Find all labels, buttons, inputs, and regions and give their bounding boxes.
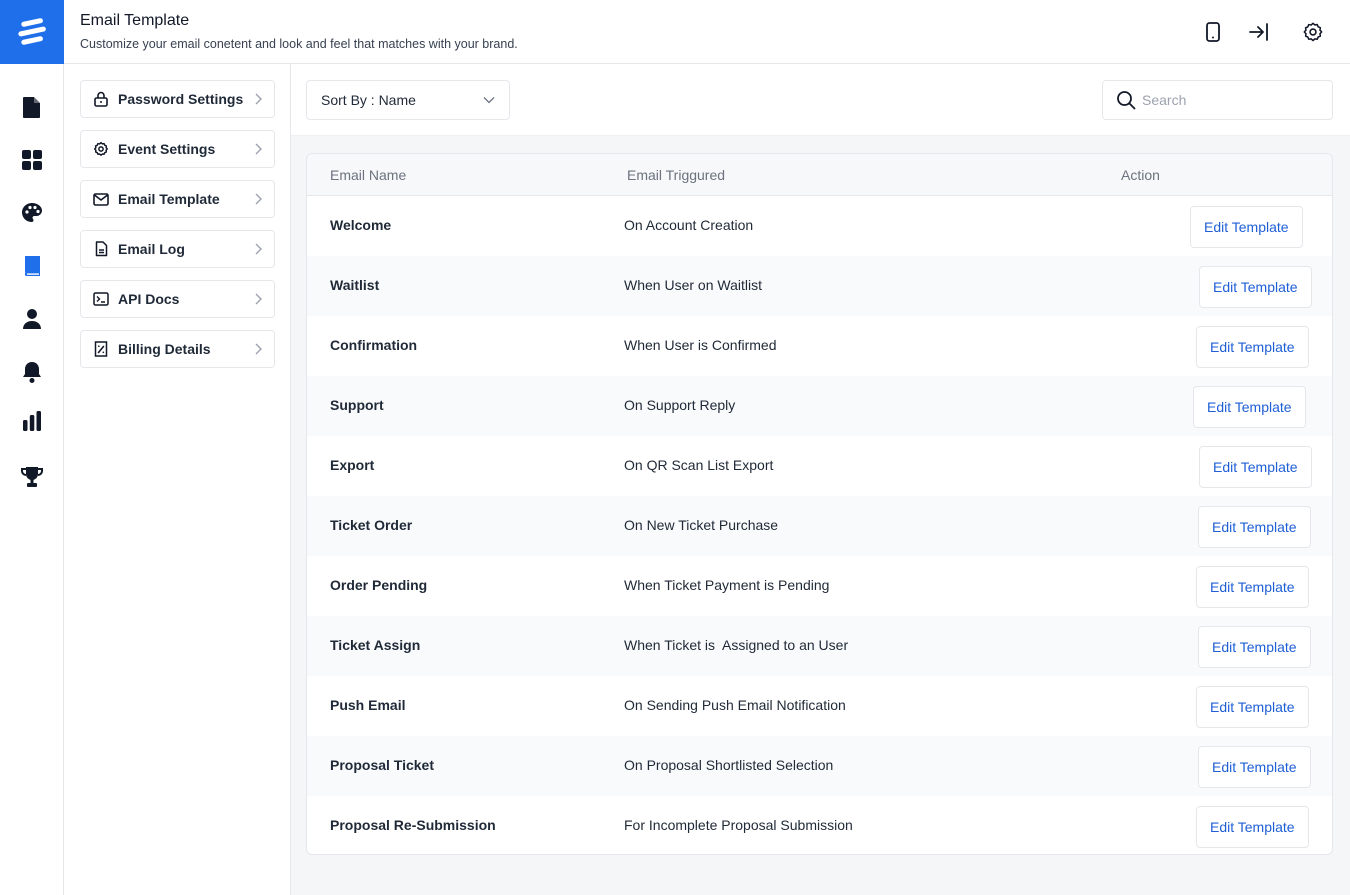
email-trigger-cell: On QR Scan List Export xyxy=(624,457,774,473)
nav-item-email-template[interactable]: Email Template xyxy=(80,180,275,218)
edit-template-button[interactable]: Edit Template xyxy=(1198,626,1311,668)
nav-item-email-log[interactable]: Email Log xyxy=(80,230,275,268)
mail-icon xyxy=(93,191,109,207)
edit-template-button[interactable]: Edit Template xyxy=(1196,566,1309,608)
column-header-action: Action xyxy=(1121,167,1160,183)
palette-icon[interactable] xyxy=(18,199,46,227)
table-row: Export On QR Scan List Export Edit Templat… xyxy=(307,436,1332,496)
search-box xyxy=(1102,80,1333,120)
edit-template-button[interactable]: Edit Template xyxy=(1190,206,1303,248)
file-icon xyxy=(93,241,109,257)
table-row: Welcome On Account Creation Edit Template xyxy=(307,196,1332,256)
email-trigger-cell: On Account Creation xyxy=(624,217,754,233)
search-icon xyxy=(1116,90,1136,110)
email-name-cell: Confirmation xyxy=(330,337,418,353)
nav-item-label: Event Settings xyxy=(118,141,216,157)
gear-icon xyxy=(93,141,109,157)
page-header: Email Template Customize your email cone… xyxy=(64,0,1350,64)
chevron-right-icon xyxy=(250,143,266,155)
sort-dropdown[interactable]: Sort By : Name xyxy=(306,80,510,120)
icon-rail xyxy=(0,0,64,895)
chevron-right-icon xyxy=(250,243,266,255)
email-trigger-cell: When Ticket Payment is Pending xyxy=(624,577,830,593)
nav-item-label: Billing Details xyxy=(118,341,211,357)
email-trigger-cell: On New Ticket Purchase xyxy=(624,517,779,533)
email-trigger-cell: On Sending Push Email Notification xyxy=(624,697,846,713)
nav-item-label: API Docs xyxy=(118,291,180,307)
email-template-table: Email Name Email Triggured Action Welcom… xyxy=(306,153,1333,855)
login-arrow-icon[interactable] xyxy=(1247,20,1271,44)
edit-template-button[interactable]: Edit Template xyxy=(1199,446,1312,488)
chevron-right-icon xyxy=(250,93,266,105)
user-icon[interactable] xyxy=(18,305,46,333)
table-row: Confirmation When User is Confirmed Edit T… xyxy=(307,316,1332,376)
email-trigger-cell: For Incomplete Proposal Submission xyxy=(624,817,853,833)
email-name-cell: Export xyxy=(330,457,375,473)
email-name-cell: Welcome xyxy=(330,217,392,233)
chevron-right-icon xyxy=(250,293,266,305)
edit-template-button[interactable]: Edit Template xyxy=(1196,326,1309,368)
email-name-cell: Proposal Re-Submission xyxy=(330,817,496,833)
nav-item-label: Email Log xyxy=(118,241,185,257)
search-input[interactable] xyxy=(1142,92,1312,108)
nav-item-label: Email Template xyxy=(118,191,220,207)
email-trigger-cell: When Ticket is Assigned to an User xyxy=(624,637,849,653)
email-name-cell: Proposal Ticket xyxy=(330,757,435,773)
nav-item-label: Password Settings xyxy=(118,91,244,107)
email-trigger-cell: On Proposal Shortlisted Selection xyxy=(624,757,834,773)
email-name-cell: Order Pending xyxy=(330,577,428,593)
settings-icon[interactable] xyxy=(1301,20,1325,44)
edit-template-button[interactable]: Edit Template xyxy=(1199,266,1312,308)
table-header: Email Name Email Triggured Action xyxy=(307,154,1332,196)
column-header-email-triggured: Email Triggured xyxy=(627,167,726,183)
logo-icon xyxy=(18,18,46,45)
table-row: Ticket Order On New Ticket Purchase Edit T… xyxy=(307,496,1332,556)
document-icon[interactable] xyxy=(18,93,46,121)
nav-item-password-settings[interactable]: Password Settings xyxy=(80,80,275,118)
email-name-cell: Ticket Assign xyxy=(330,637,421,653)
main-content: Sort By : Name Email Name Email Triggure… xyxy=(291,64,1350,895)
terminal-icon xyxy=(93,291,109,307)
email-name-cell: Waitlist xyxy=(330,277,380,293)
lock-icon xyxy=(93,91,109,107)
chevron-down-icon xyxy=(483,96,495,104)
chevron-right-icon xyxy=(250,193,266,205)
email-trigger-cell: When User on Waitlist xyxy=(624,277,762,293)
nav-item-api-docs[interactable]: API Docs xyxy=(80,280,275,318)
table-row: Proposal Ticket On Proposal Shortlisted S… xyxy=(307,736,1332,796)
sort-label: Sort By : Name xyxy=(321,92,416,108)
table-row: Waitlist When User on Waitlist Edit Templa… xyxy=(307,256,1332,316)
email-name-cell: Ticket Order xyxy=(330,517,413,533)
book-icon[interactable] xyxy=(18,252,46,280)
email-trigger-cell: When User is Confirmed xyxy=(624,337,777,353)
brand-logo[interactable] xyxy=(0,0,64,64)
edit-template-button[interactable]: Edit Template xyxy=(1198,506,1311,548)
dashboard-grid-icon[interactable] xyxy=(18,146,46,174)
edit-template-button[interactable]: Edit Template xyxy=(1198,746,1311,788)
table-row: Order Pending When Ticket Payment is Pend… xyxy=(307,556,1332,616)
table-row: Proposal Re-Submission For Incomplete Pro… xyxy=(307,796,1332,854)
settings-nav: Password Settings Event Settings Email T… xyxy=(64,64,291,895)
nav-item-billing-details[interactable]: Billing Details xyxy=(80,330,275,368)
table-row: Ticket Assign When Ticket is Assigned to … xyxy=(307,616,1332,676)
table-row: Support On Support Reply Edit Template xyxy=(307,376,1332,436)
page-title: Email Template xyxy=(80,12,190,29)
email-trigger-cell: On Support Reply xyxy=(624,397,736,413)
edit-template-button[interactable]: Edit Template xyxy=(1196,806,1309,848)
email-name-cell: Push Email xyxy=(330,697,406,713)
trophy-icon[interactable] xyxy=(18,463,46,491)
mobile-icon[interactable] xyxy=(1201,20,1225,44)
page-subtitle: Customize your email conetent and look a… xyxy=(80,37,518,51)
edit-template-button[interactable]: Edit Template xyxy=(1193,386,1306,428)
table-row: Push Email On Sending Push Email Notifica… xyxy=(307,676,1332,736)
column-header-email-name: Email Name xyxy=(330,167,407,183)
edit-template-button[interactable]: Edit Template xyxy=(1196,686,1309,728)
email-name-cell: Support xyxy=(330,397,384,413)
receipt-icon xyxy=(93,341,109,357)
bell-icon[interactable] xyxy=(18,358,46,386)
chevron-right-icon xyxy=(250,343,266,355)
bar-chart-icon[interactable] xyxy=(18,407,46,435)
toolbar: Sort By : Name xyxy=(291,64,1350,136)
nav-item-event-settings[interactable]: Event Settings xyxy=(80,130,275,168)
